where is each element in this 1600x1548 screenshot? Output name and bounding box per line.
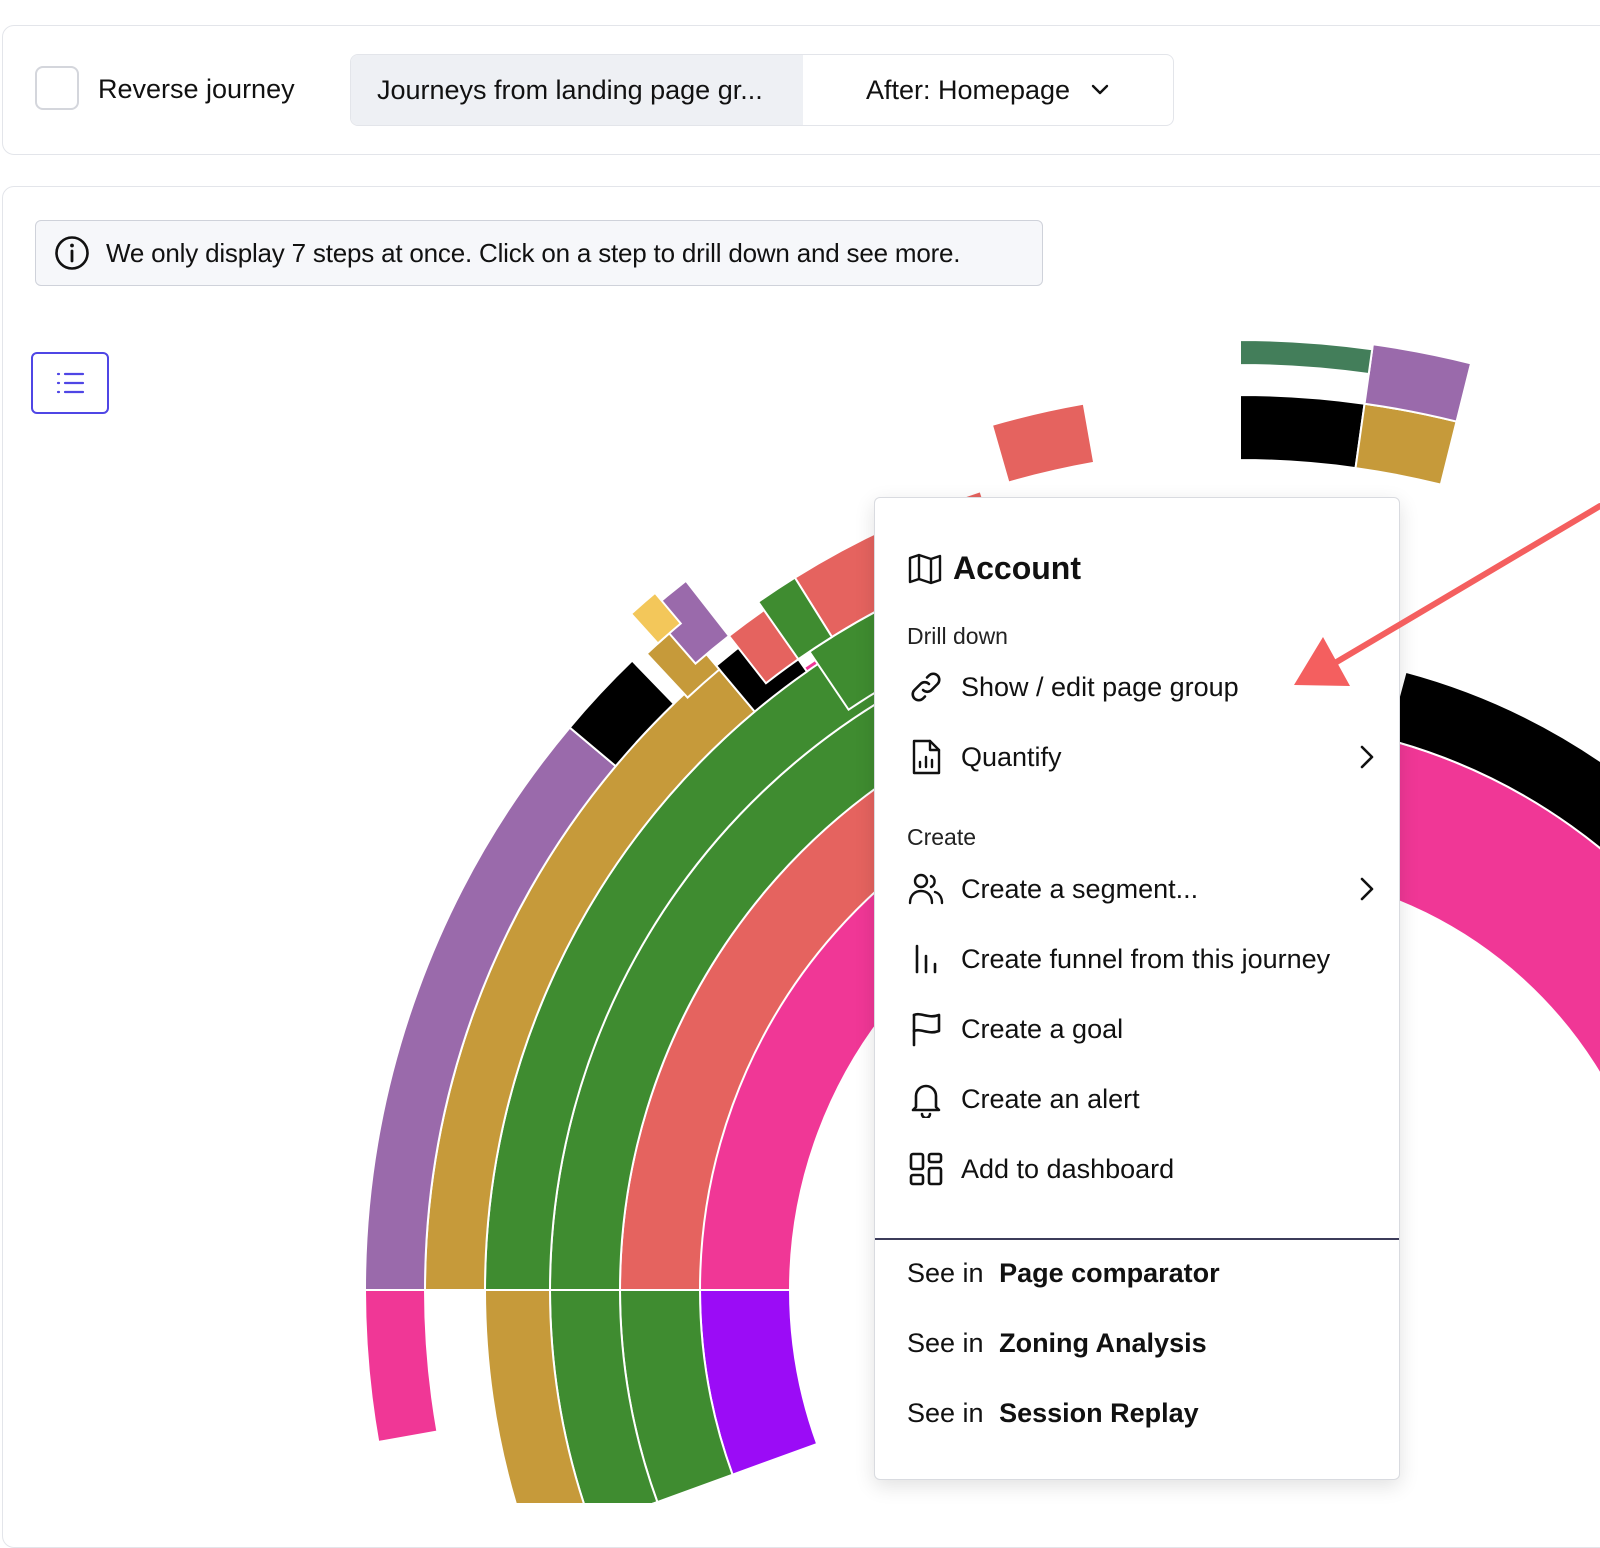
create-segment-item[interactable]: Create a segment... — [907, 864, 1375, 914]
add-to-dashboard-item[interactable]: Add to dashboard — [907, 1144, 1375, 1194]
chart-file-icon — [907, 738, 945, 776]
chevron-right-icon — [1360, 745, 1374, 769]
bell-icon — [907, 1080, 945, 1118]
menu-title-text: Account — [953, 550, 1081, 586]
context-menu: Account Drill down Show / edit page grou… — [874, 497, 1400, 1480]
chevron-right-icon — [1360, 877, 1374, 901]
sunburst-segment[interactable] — [1239, 338, 1374, 376]
see-in-session-replay-item[interactable]: See in Session Replay — [907, 1398, 1199, 1429]
funnel-bars-icon — [907, 940, 945, 978]
sunburst-segment[interactable] — [1239, 393, 1366, 470]
see-in-prefix: See in — [907, 1398, 984, 1428]
create-header: Create — [907, 824, 977, 850]
add-to-dashboard-label: Add to dashboard — [961, 1153, 1175, 1184]
show-edit-page-group-item[interactable]: Show / edit page group — [907, 662, 1375, 712]
quantify-label: Quantify — [961, 741, 1062, 772]
create-funnel-item[interactable]: Create funnel from this journey — [907, 934, 1375, 984]
flag-icon — [907, 1010, 945, 1048]
create-funnel-label: Create funnel from this journey — [961, 943, 1331, 974]
drill-down-header: Drill down — [907, 623, 1008, 649]
create-alert-label: Create an alert — [961, 1083, 1140, 1114]
create-goal-item[interactable]: Create a goal — [907, 1004, 1375, 1054]
see-in-prefix: See in — [907, 1328, 984, 1358]
see-in-target: Page comparator — [999, 1258, 1220, 1288]
sunburst-segment[interactable] — [363, 1289, 439, 1444]
map-icon — [908, 553, 942, 584]
menu-title: Account — [907, 550, 1081, 587]
see-in-target: Zoning Analysis — [999, 1328, 1207, 1358]
users-icon — [907, 870, 945, 908]
quantify-item[interactable]: Quantify — [907, 732, 1375, 782]
create-goal-label: Create a goal — [961, 1013, 1124, 1044]
dashboard-icon — [907, 1150, 945, 1188]
see-in-zoning-analysis-item[interactable]: See in Zoning Analysis — [907, 1328, 1207, 1359]
see-in-prefix: See in — [907, 1258, 984, 1288]
sunburst-segment[interactable] — [990, 402, 1096, 484]
create-segment-label: Create a segment... — [961, 873, 1199, 904]
link-icon — [907, 668, 945, 706]
see-in-target: Session Replay — [999, 1398, 1199, 1428]
see-in-page-comparator-item[interactable]: See in Page comparator — [907, 1258, 1220, 1289]
create-alert-item[interactable]: Create an alert — [907, 1074, 1375, 1124]
menu-divider — [875, 1238, 1399, 1240]
show-edit-page-group-label: Show / edit page group — [961, 671, 1239, 702]
